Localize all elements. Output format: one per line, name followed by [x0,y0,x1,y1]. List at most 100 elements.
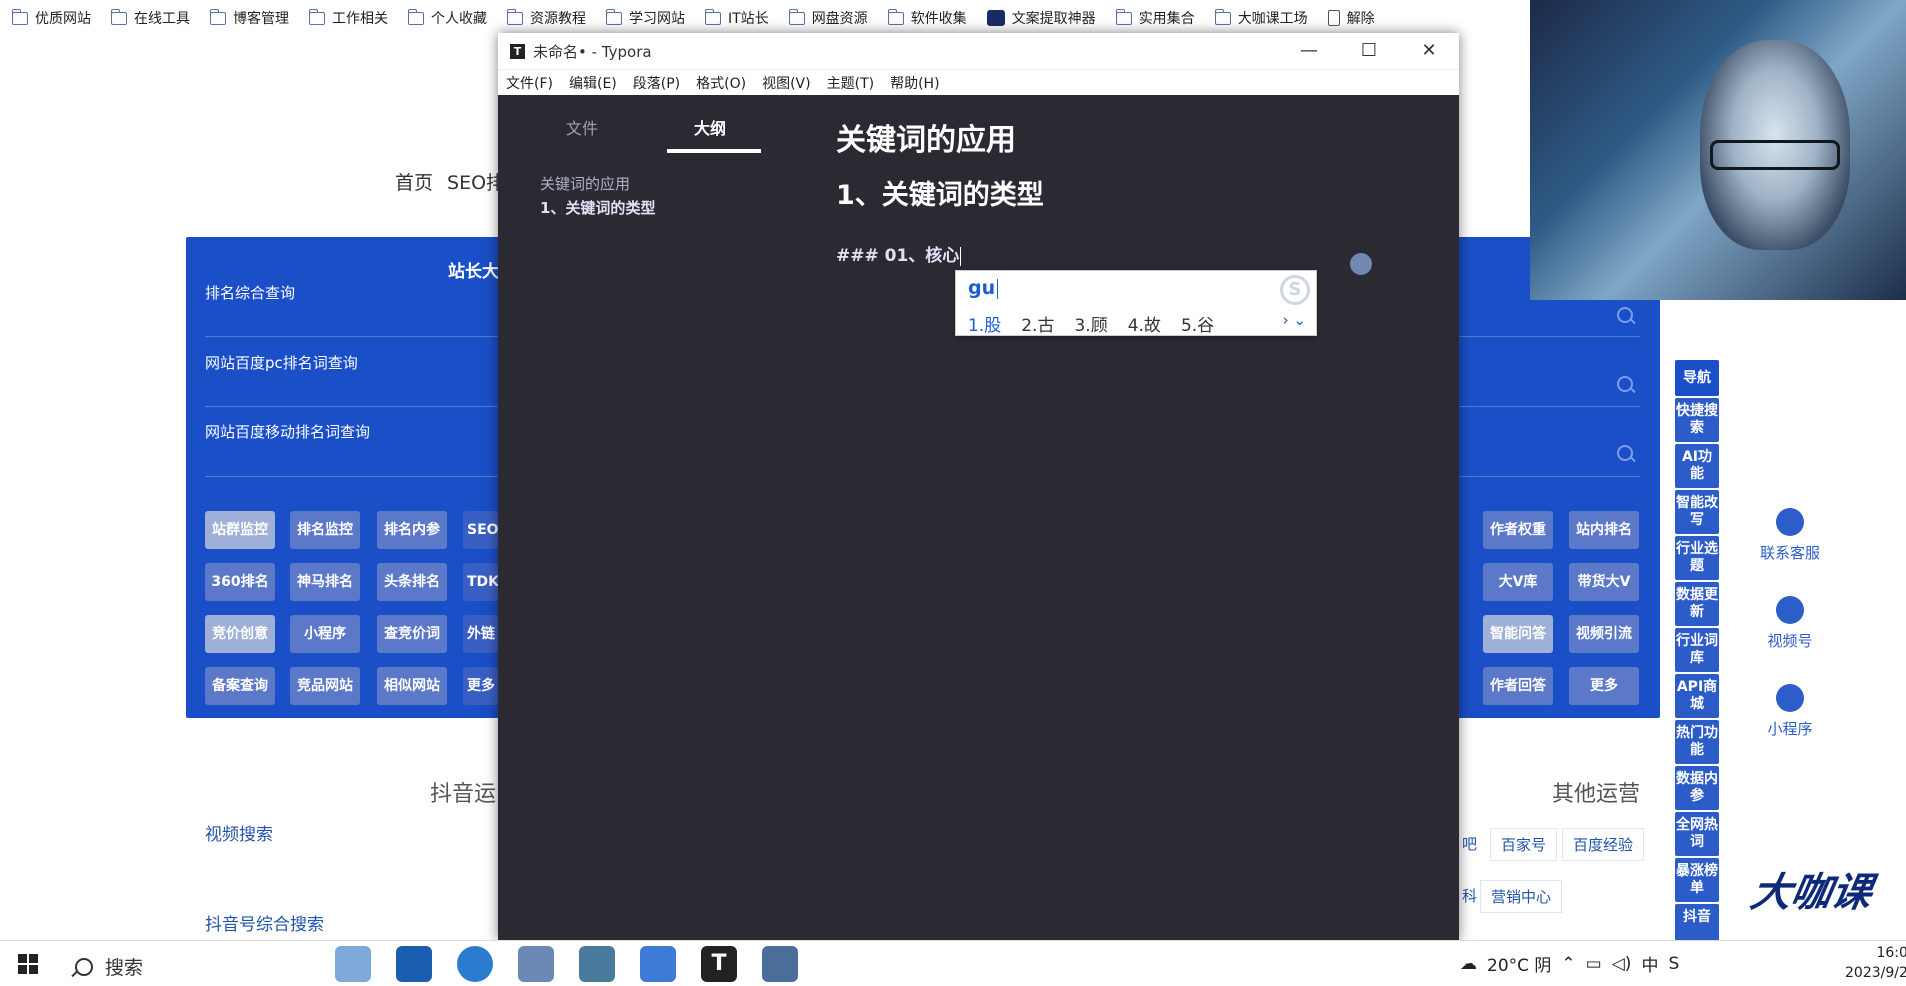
row-mobile-rank[interactable]: 网站百度移动排名词查询 [205,421,370,442]
volume-icon[interactable]: ◁) [1612,954,1632,974]
minimize-button[interactable]: — [1279,33,1339,69]
maximize-button[interactable]: ☐ [1339,33,1399,69]
bookmark-4[interactable]: 个人收藏 [408,8,487,28]
tool-chip[interactable]: 神马排名 [290,563,360,601]
search-icon[interactable] [1616,375,1636,395]
bookmark-8[interactable]: 网盘资源 [788,8,868,28]
vnav-item[interactable]: 快捷搜索 [1675,398,1719,442]
tab-outline[interactable]: 大纲 [694,115,726,139]
tool-chip[interactable]: 更多 [1569,667,1639,705]
tool-chip[interactable]: 查竞价词 [377,615,447,653]
side-item[interactable]: 视频号 [1740,596,1840,651]
bookmark-12[interactable]: 大咖课工场 [1214,8,1308,28]
vnav-item[interactable]: 热门功能 [1675,720,1719,764]
nav-seo[interactable]: SEO排 [447,168,505,195]
nav-home[interactable]: 首页 [395,168,433,195]
menu-item[interactable]: 文件(F) [506,73,553,93]
windows-start-icon[interactable] [18,954,38,974]
row-pc-rank[interactable]: 网站百度pc排名词查询 [205,352,358,373]
editor[interactable]: 关键词的应用 1、关键词的类型 ### 01、核心 [788,95,1459,941]
vnav-item[interactable]: 行业词库 [1675,628,1719,672]
typora-icon[interactable]: T [701,946,737,982]
vnav-item[interactable]: 暴涨榜单 [1675,858,1719,902]
app-icon[interactable] [762,946,798,982]
app-icon[interactable] [579,946,615,982]
tool-chip[interactable]: 更多 [463,667,499,705]
tool-chip[interactable]: 视频引流 [1569,615,1639,653]
side-item[interactable]: 小程序 [1740,684,1840,739]
browser-icon[interactable] [457,946,493,982]
search-icon[interactable] [1616,444,1636,464]
tab-files[interactable]: 文件 [566,115,598,139]
menu-item[interactable]: 视图(V) [762,73,811,93]
vnav-item[interactable]: AI功能 [1675,444,1719,488]
ime-page-nav[interactable]: › ⌄ [1283,311,1306,329]
vnav-item[interactable]: 数据更新 [1675,582,1719,626]
app-icon[interactable] [396,946,432,982]
heading-1[interactable]: 关键词的应用 [836,115,1016,159]
tool-chip[interactable]: 带货大V [1569,563,1639,601]
menu-item[interactable]: 格式(O) [696,73,746,93]
link-douyin-search[interactable]: 抖音号综合搜索 [205,910,324,935]
ime-candidate[interactable]: 1.股 [968,311,1001,336]
tool-chip[interactable]: 站内排名 [1569,511,1639,549]
menu-item[interactable]: 段落(P) [633,73,680,93]
tool-chip[interactable]: 头条排名 [377,563,447,601]
bookmark-7[interactable]: IT站长 [705,8,769,28]
clock[interactable]: 16:05 2023/9/21 [1845,943,1906,983]
tool-chip[interactable]: 竞品网站 [290,667,360,705]
vnav-item[interactable]: API商城 [1675,674,1719,718]
bookmark-3[interactable]: 工作相关 [309,8,388,28]
close-button[interactable]: ✕ [1399,33,1459,69]
tool-chip[interactable]: 作者回答 [1483,667,1553,705]
ime-mode[interactable]: 中 [1641,951,1658,976]
tool-chip[interactable]: 智能问答 [1483,615,1553,653]
row-rank-query[interactable]: 排名综合查询 [205,282,295,303]
vnav-item[interactable]: 数据内参 [1675,766,1719,810]
tag[interactable]: 百度经验 [1562,828,1645,861]
link-video-search[interactable]: 视频搜索 [205,820,273,845]
tool-chip[interactable]: 相似网站 [377,667,447,705]
tool-chip[interactable]: 作者权重 [1483,511,1553,549]
bookmark-10[interactable]: 文案提取神器 [986,8,1096,28]
bookmark-11[interactable]: 实用集合 [1115,8,1195,28]
tag[interactable]: 营销中心 [1480,880,1563,913]
tool-chip[interactable]: 排名监控 [290,511,360,549]
bookmark-13[interactable]: 解除 [1327,8,1375,28]
side-item[interactable]: 联系客服 [1740,508,1840,563]
ime-candidate[interactable]: 3.顾 [1074,311,1107,336]
bookmark-2[interactable]: 博客管理 [210,8,289,28]
taskbar-search[interactable]: 搜索 [75,953,143,980]
network-icon[interactable]: ▭ [1586,954,1602,974]
bookmark-9[interactable]: 软件收集 [887,8,967,28]
weather-text[interactable]: 20°C 阴 [1487,951,1551,976]
outline-item-current[interactable]: 1、关键词的类型 [540,197,655,218]
ime-candidate[interactable]: 4.故 [1128,311,1161,336]
vnav-item[interactable]: 全网热词 [1675,812,1719,856]
heading-2[interactable]: 1、关键词的类型 [836,173,1044,212]
chevron-up-icon[interactable]: ⌃ [1561,954,1575,974]
heading-3-source[interactable]: ### 01、核心 [836,241,962,266]
tool-chip[interactable]: TDK [463,563,499,601]
tool-chip[interactable]: 备案查询 [205,667,275,705]
app-icon[interactable] [335,946,371,982]
tool-chip[interactable]: 排名内参 [377,511,447,549]
tag[interactable]: 百家号 [1490,828,1558,861]
vnav-item[interactable]: 导航 [1675,360,1719,396]
ime-candidate[interactable]: 2.古 [1021,311,1054,336]
bookmark-6[interactable]: 学习网站 [606,8,685,28]
bookmark-1[interactable]: 在线工具 [111,8,190,28]
tool-chip[interactable]: 竞价创意 [205,615,275,653]
bookmark-5[interactable]: 资源教程 [507,8,586,28]
vnav-item[interactable]: 行业选题 [1675,536,1719,580]
tool-chip[interactable]: 小程序 [290,615,360,653]
vnav-item[interactable]: 智能改写 [1675,490,1719,534]
tool-chip[interactable]: SEO [463,511,499,549]
app-icon[interactable] [518,946,554,982]
tool-chip[interactable]: 大V库 [1483,563,1553,601]
app-icon[interactable] [640,946,676,982]
bookmark-0[interactable]: 优质网站 [12,8,91,28]
search-icon[interactable] [1616,306,1636,326]
ime-candidate[interactable]: 5.谷 [1181,311,1214,336]
menu-item[interactable]: 主题(T) [827,73,874,93]
